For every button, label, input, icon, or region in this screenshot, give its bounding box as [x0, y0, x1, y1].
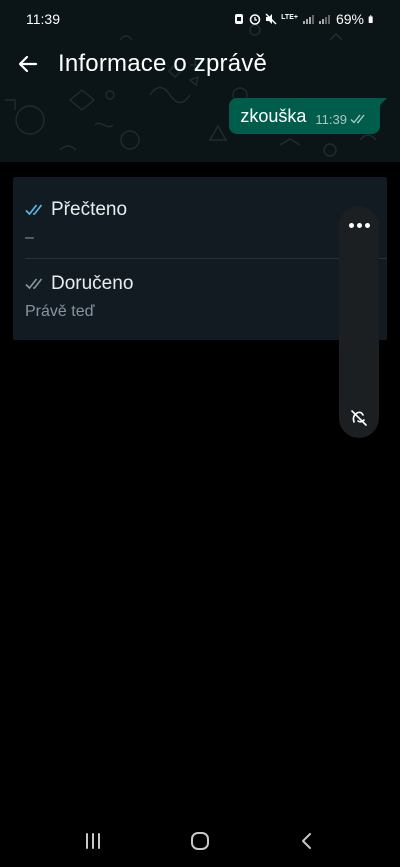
message-text: zkouška: [240, 105, 307, 126]
battery-percent: 69%: [335, 11, 364, 27]
recents-icon: [86, 833, 101, 849]
delivered-row: Doručeno Právě teď: [25, 273, 375, 321]
delivered-header: Doručeno: [25, 273, 375, 295]
home-button[interactable]: [180, 821, 220, 861]
edge-panel-off-button[interactable]: [345, 404, 373, 432]
edge-panel-off-icon: [351, 410, 367, 426]
signal-icon: [302, 15, 314, 24]
edge-panel-handle[interactable]: [339, 206, 379, 438]
home-icon: [190, 832, 209, 850]
status-icons: LTE+ 69%: [233, 11, 376, 27]
title-bar: Informace o zprávě: [0, 42, 400, 86]
header: 11:39 LTE+ 69% Informace o zprávě zkoušk…: [0, 0, 400, 162]
network-type: LTE+: [281, 13, 298, 21]
read-row: Přečteno –: [25, 199, 375, 247]
status-time: 11:39: [26, 11, 60, 27]
back-button[interactable]: [12, 49, 42, 79]
read-value: –: [25, 229, 34, 246]
read-label: Přečteno: [51, 199, 128, 220]
delivered-label: Doručeno: [51, 273, 134, 294]
delivered-value: Právě teď: [25, 303, 95, 320]
nav-back-icon: [301, 833, 311, 849]
read-header: Přečteno: [25, 199, 375, 221]
double-check-gray-icon: [25, 277, 47, 291]
signal-2-icon: [318, 15, 330, 24]
nav-back-button[interactable]: [287, 821, 327, 861]
page-title: Informace o zprávě: [58, 50, 268, 77]
recents-button[interactable]: [73, 821, 113, 861]
more-horizontal-icon[interactable]: [339, 214, 379, 236]
navigation-bar: [0, 815, 400, 867]
mute-icon: [265, 13, 277, 25]
status-bar: 11:39 LTE+ 69%: [0, 0, 400, 38]
battery-icon: [368, 15, 373, 23]
alarm-icon: [249, 14, 261, 25]
arrow-left-icon: [18, 55, 38, 73]
message-time: 11:39: [315, 111, 347, 127]
message-bubble[interactable]: zkouška 11:39: [229, 98, 387, 134]
message-info-screen: 11:39 LTE+ 69% Informace o zprávě zkoušk…: [0, 0, 400, 867]
message-info-card: Přečteno – Doručeno Právě teď: [13, 177, 387, 340]
double-check-icon: [350, 113, 368, 125]
bubble-tail: [378, 98, 387, 107]
notification-icon: [235, 14, 244, 24]
divider: [25, 258, 387, 259]
double-check-blue-icon: [25, 203, 47, 217]
